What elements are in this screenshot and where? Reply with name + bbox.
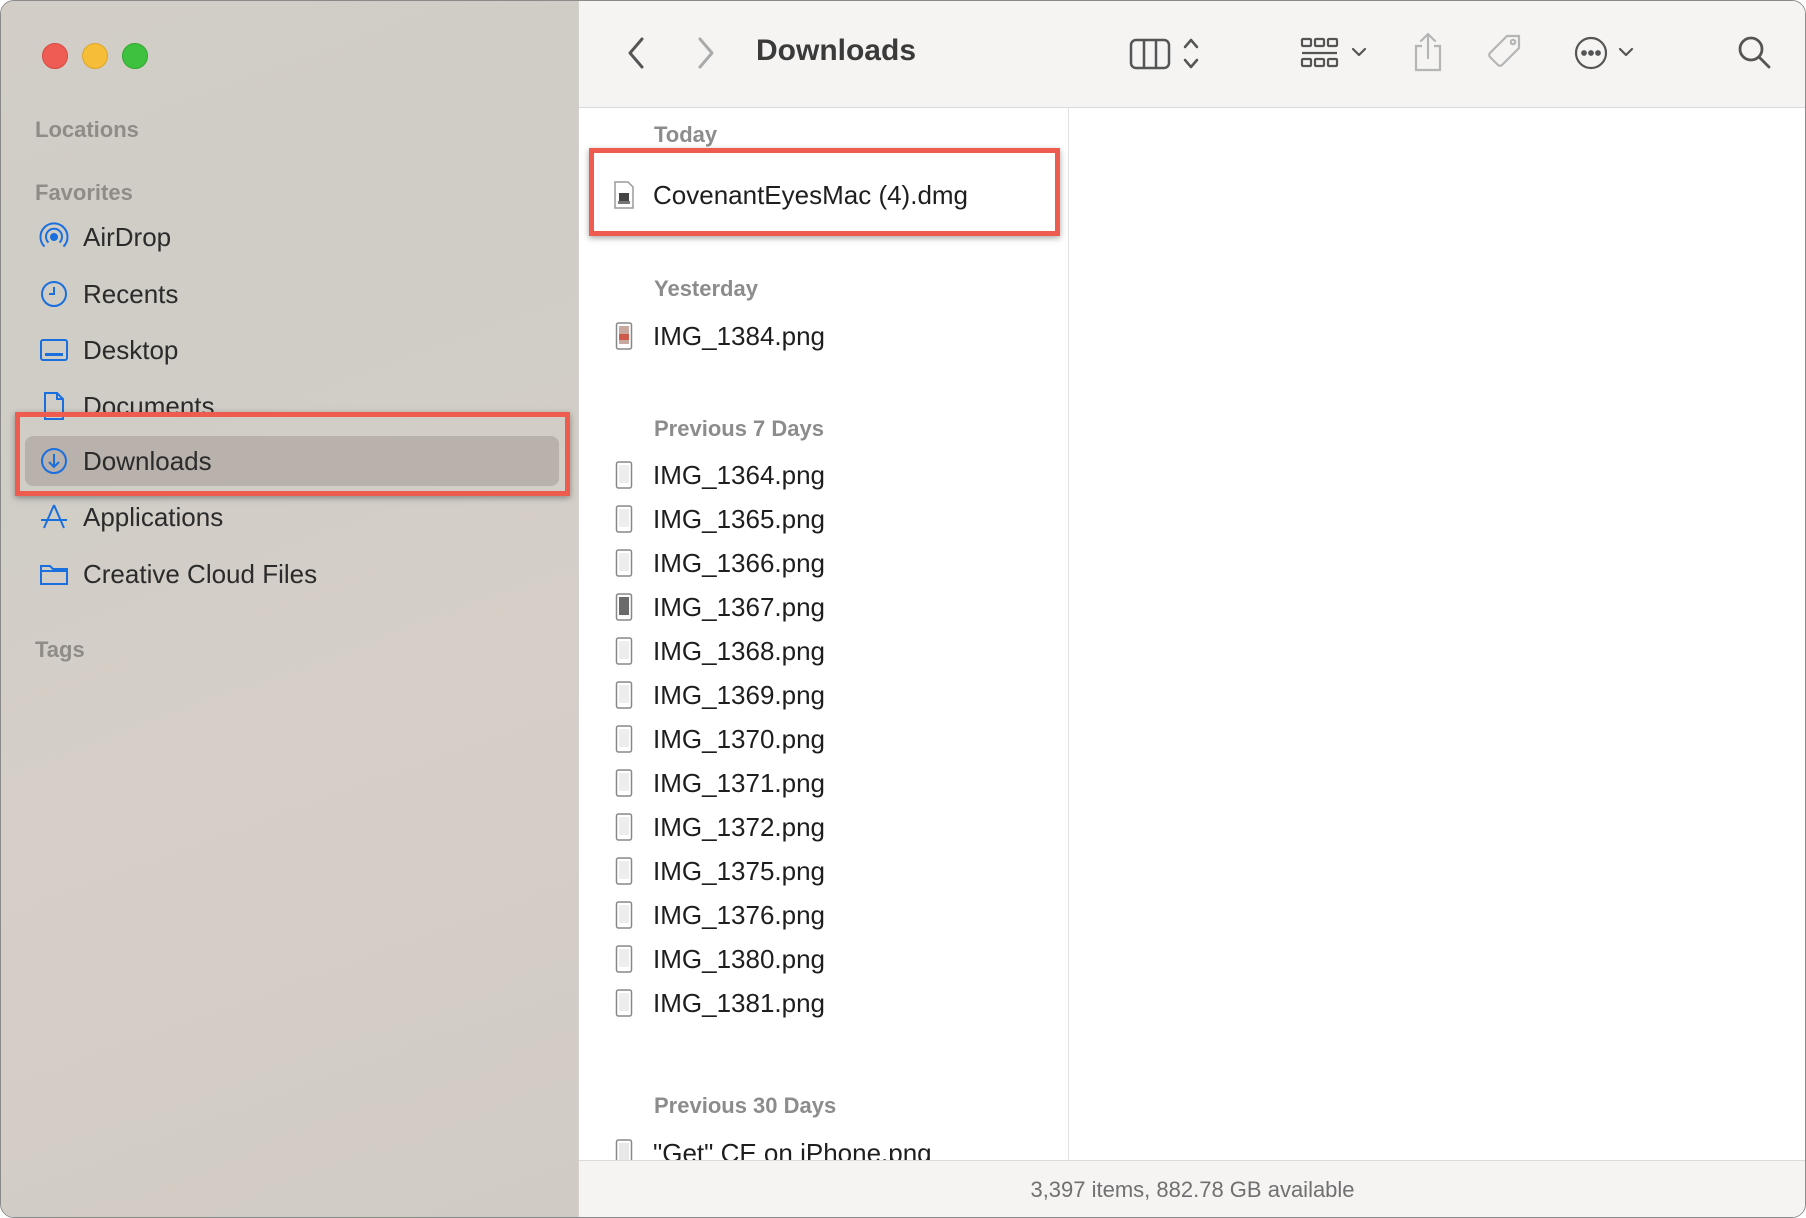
file-name: IMG_1380.png [653, 943, 826, 974]
image-file-icon [613, 900, 635, 930]
file-name: IMG_1372.png [653, 811, 826, 842]
file-name: IMG_1366.png [653, 547, 826, 578]
sidebar-item-airdrop[interactable]: AirDrop [25, 212, 559, 262]
window-title: Downloads [756, 34, 917, 67]
main-area: Downloads Today CovenantEyesMac (4).dmg … [578, 1, 1805, 1217]
image-file-icon [613, 812, 635, 842]
tag-icon [1488, 34, 1521, 67]
image-file-icon [613, 856, 635, 886]
share-icon [1414, 32, 1442, 72]
sidebar: Locations Favorites AirDrop Recents Desk… [1, 1, 578, 1217]
image-file-icon [613, 504, 635, 534]
image-file-icon [613, 988, 635, 1018]
sidebar-item-creative-cloud-files[interactable]: Creative Cloud Files [25, 549, 559, 599]
close-window-button[interactable] [42, 43, 68, 69]
folder-icon [37, 557, 71, 591]
tag-button[interactable] [1484, 31, 1526, 73]
file-row[interactable]: IMG_1366.png [613, 543, 825, 583]
sidebar-item-applications[interactable]: Applications [25, 492, 559, 542]
desktop-icon [37, 333, 71, 367]
finder-window: Locations Favorites AirDrop Recents Desk… [0, 0, 1806, 1218]
file-row[interactable]: IMG_1372.png [613, 807, 825, 847]
file-name: IMG_1367.png [653, 591, 826, 622]
file-row[interactable]: IMG_1381.png [613, 983, 825, 1023]
sidebar-item-label: Applications [83, 501, 224, 532]
status-bar: 3,397 items, 882.78 GB available [579, 1160, 1805, 1217]
chevron-left-icon [628, 37, 644, 69]
file-row[interactable]: IMG_1375.png [613, 851, 825, 891]
chevron-right-icon [698, 37, 714, 69]
image-file-icon [613, 724, 635, 754]
group-header-today: Today [654, 122, 718, 147]
clock-icon [37, 277, 71, 311]
file-row[interactable]: IMG_1364.png [613, 455, 825, 495]
back-button[interactable] [619, 33, 653, 73]
airdrop-icon [37, 220, 71, 254]
view-columns-button[interactable] [1126, 31, 1218, 75]
file-row[interactable]: IMG_1369.png [613, 675, 825, 715]
sidebar-item-label: Recents [83, 278, 179, 309]
image-file-icon [613, 460, 635, 490]
more-actions-button[interactable] [1572, 31, 1644, 75]
file-column[interactable]: Today CovenantEyesMac (4).dmg Yesterday … [579, 108, 1069, 1160]
grid-icon [1300, 37, 1367, 68]
group-header-previous-7-days: Previous 7 Days [654, 416, 824, 441]
group-header-previous-30-days: Previous 30 Days [654, 1093, 837, 1118]
file-row[interactable]: IMG_1384.png [613, 316, 825, 356]
file-row[interactable]: IMG_1376.png [613, 895, 825, 935]
status-text: 3,397 items, 882.78 GB available [1030, 1176, 1355, 1202]
file-name: IMG_1376.png [653, 899, 826, 930]
sidebar-item-recents[interactable]: Recents [25, 269, 559, 319]
file-name: IMG_1371.png [653, 767, 826, 798]
image-file-icon [613, 321, 635, 351]
file-name: IMG_1375.png [653, 855, 826, 886]
file-row[interactable]: IMG_1371.png [613, 763, 825, 803]
forward-button[interactable] [689, 33, 723, 73]
sidebar-item-desktop[interactable]: Desktop [25, 325, 559, 375]
image-file-icon [613, 768, 635, 798]
image-file-icon [613, 592, 635, 622]
file-name: IMG_1370.png [653, 723, 826, 754]
file-name: IMG_1364.png [653, 459, 826, 490]
image-file-icon [613, 944, 635, 974]
applications-icon [37, 500, 71, 534]
file-name: IMG_1369.png [653, 679, 826, 710]
highlight-box-downloads [15, 412, 570, 496]
file-name: IMG_1384.png [653, 320, 826, 351]
columns-icon [1129, 38, 1199, 70]
sidebar-section-locations[interactable]: Locations [35, 117, 139, 143]
sidebar-section-tags[interactable]: Tags [35, 637, 85, 663]
file-row[interactable]: "Get" CE on iPhone.png [613, 1133, 932, 1160]
group-header-yesterday: Yesterday [654, 276, 758, 301]
toolbar: Downloads [579, 1, 1805, 108]
image-file-icon [613, 1138, 635, 1160]
file-name: "Get" CE on iPhone.png [653, 1137, 932, 1161]
zoom-window-button[interactable] [122, 43, 148, 69]
highlight-box-covenanteyes-dmg [589, 148, 1060, 236]
sidebar-item-label: Creative Cloud Files [83, 558, 318, 589]
sidebar-item-label: Desktop [83, 334, 179, 365]
sidebar-section-favorites[interactable]: Favorites [35, 180, 133, 206]
file-row[interactable]: IMG_1368.png [613, 631, 825, 671]
file-name: IMG_1365.png [653, 503, 826, 534]
image-file-icon [613, 548, 635, 578]
file-row[interactable]: IMG_1380.png [613, 939, 825, 979]
file-row[interactable]: IMG_1365.png [613, 499, 825, 539]
file-name: IMG_1381.png [653, 987, 826, 1018]
file-name: IMG_1368.png [653, 635, 826, 666]
image-file-icon [613, 636, 635, 666]
file-row[interactable]: IMG_1370.png [613, 719, 825, 759]
group-by-button[interactable] [1296, 31, 1380, 75]
share-button[interactable] [1408, 29, 1448, 75]
search-icon [1738, 36, 1771, 69]
ellipsis-circle-icon [1574, 36, 1634, 70]
preview-area[interactable] [1069, 108, 1805, 1160]
search-button[interactable] [1733, 31, 1775, 73]
sidebar-item-label: AirDrop [83, 221, 172, 252]
image-file-icon [613, 680, 635, 710]
file-row[interactable]: IMG_1367.png [613, 587, 825, 627]
minimize-window-button[interactable] [82, 43, 108, 69]
